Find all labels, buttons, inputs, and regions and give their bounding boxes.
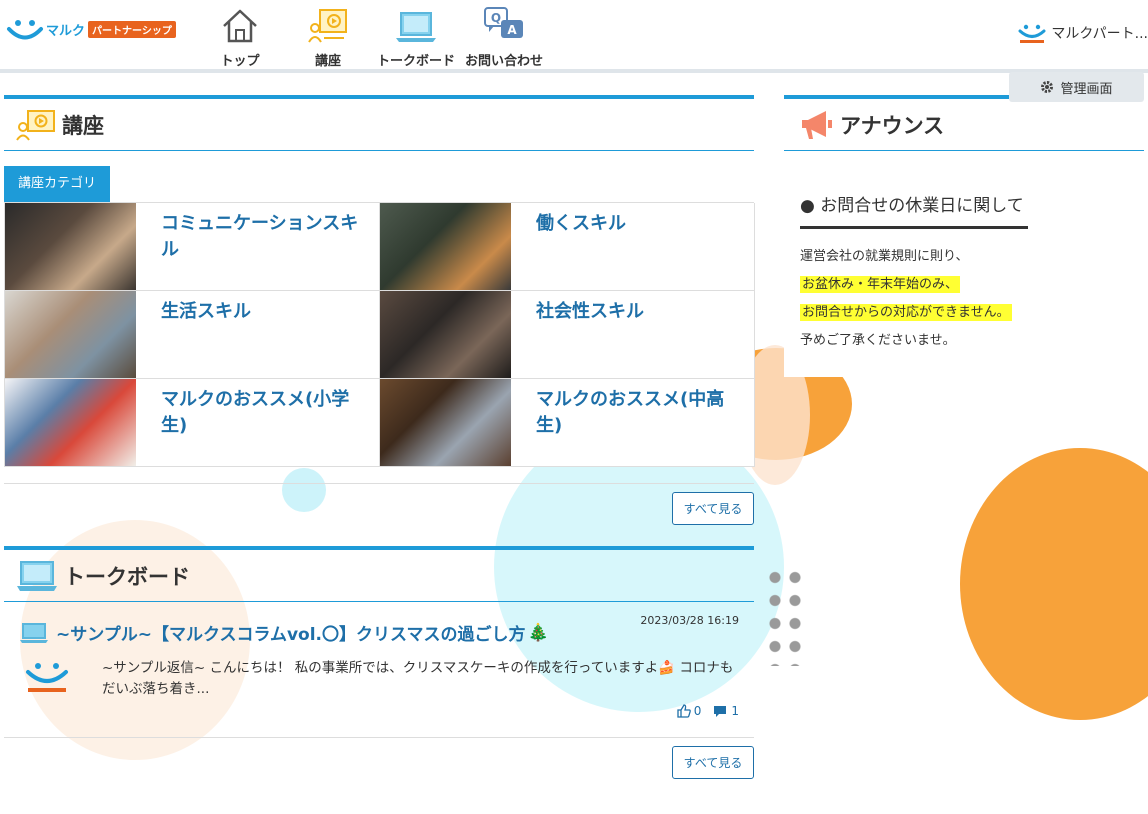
nav-label: トップ	[220, 54, 260, 69]
see-all-posts-button[interactable]: すべて見る	[672, 746, 754, 779]
category-grid: コミュニケーションスキル 働くスキル 生活スキル 社会性スキル マルクのおススメ…	[4, 202, 755, 467]
section-title: アナウンス	[840, 113, 945, 138]
svg-text:Q: Q	[491, 11, 501, 25]
megaphone-icon	[802, 110, 832, 139]
talkboard-header: トークボード	[4, 546, 754, 602]
gear-icon	[1041, 81, 1054, 93]
post-date: 2023/03/28 16:19	[640, 614, 739, 627]
laptop-icon	[396, 12, 436, 42]
poster-avatar-icon	[26, 663, 68, 692]
announce-header: アナウンス	[784, 95, 1144, 151]
talkboard-post[interactable]: 2023/03/28 16:19 ~サンプル~【マルクスコラムvol.〇】クリス…	[4, 602, 754, 738]
category-name: 働くスキル	[536, 213, 626, 234]
qa-icon: Q A	[484, 7, 523, 38]
admin-button[interactable]: 管理画面	[1009, 72, 1144, 102]
category-card-social[interactable]: 社会性スキル	[380, 291, 755, 379]
category-photo	[380, 379, 511, 466]
category-name: マルクのおススメ(小学生)	[161, 389, 350, 436]
user-name: マルクパート...	[1051, 26, 1148, 42]
svg-text:A: A	[507, 23, 517, 37]
user-avatar-icon	[1018, 24, 1046, 43]
announce-line: 運営会社の就業規則に則り、	[800, 249, 969, 264]
category-card-work[interactable]: 働くスキル	[380, 203, 755, 291]
app-header: マルク パートナーシップ トップ 講座 トークボード Q A お問い合わせ マル…	[0, 0, 1148, 73]
announce-section: アナウンス ● お問合せの休業日に関して 運営会社の就業規則に則り、 お盆休み・…	[784, 95, 1144, 377]
course-icon	[308, 9, 347, 43]
laptop-icon	[17, 560, 57, 591]
nav-item-courses[interactable]: 講座	[284, 4, 372, 69]
announce-line-highlight: お盆休み・年末年始のみ、	[800, 276, 961, 293]
laptop-icon	[20, 622, 48, 643]
category-name: コミュニケーションスキル	[161, 213, 359, 260]
category-card-life[interactable]: 生活スキル	[5, 291, 380, 379]
comment-icon	[714, 705, 727, 717]
announce-item-title[interactable]: ● お問合せの休業日に関して	[800, 191, 1028, 229]
category-photo	[5, 291, 136, 378]
marque-logo[interactable]: マルク パートナーシップ	[6, 16, 176, 42]
decor-circle-orange-large	[960, 448, 1148, 720]
see-all-courses-button[interactable]: すべて見る	[672, 492, 754, 525]
talkboard-section: トークボード 2023/03/28 16:19 ~サンプル~【マルクスコラムvo…	[4, 546, 754, 782]
course-icon	[16, 109, 55, 141]
courses-section: 講座 講座カテゴリ コミュニケーションスキル 働くスキル 生活スキル 社会性スキ…	[4, 95, 755, 527]
nav-item-top[interactable]: トップ	[196, 4, 284, 69]
category-photo	[380, 203, 511, 290]
nav-item-contact[interactable]: Q A お問い合わせ	[460, 4, 548, 69]
logo-text: マルク	[46, 23, 86, 39]
category-card-elementary[interactable]: マルクのおススメ(小学生)	[5, 379, 380, 467]
nav-label: お問い合わせ	[464, 54, 543, 69]
nav-label: 講座	[314, 54, 341, 69]
category-name: マルクのおススメ(中高生)	[536, 389, 725, 436]
category-label: 講座カテゴリ	[4, 166, 111, 202]
post-title-text: ~サンプル~【マルクスコラムvol.〇】クリスマスの過ごし方	[56, 625, 526, 645]
courses-header: 講座	[4, 95, 754, 151]
category-card-communication[interactable]: コミュニケーションスキル	[5, 203, 380, 291]
logo-badge: パートナーシップ	[88, 20, 176, 38]
comment-count-value: 1	[731, 704, 739, 718]
main-nav: トップ 講座 トークボード Q A お問い合わせ	[196, 4, 548, 69]
comment-count[interactable]: 1	[713, 704, 739, 718]
home-icon	[223, 9, 257, 43]
like-count-value: 0	[693, 704, 702, 718]
category-name: 生活スキル	[161, 301, 251, 322]
courses-footer: すべて見る	[4, 483, 754, 527]
announce-line-highlight: お問合せからの対応ができません。	[800, 304, 1012, 321]
user-menu[interactable]: マルクパート...	[1017, 22, 1148, 44]
thumbs-up-icon	[677, 704, 691, 718]
post-excerpt: ~サンプル返信~ こんにちは！ 私の事業所では、クリスマスケーキの作成を行ってい…	[102, 660, 734, 697]
category-name: 社会性スキル	[536, 301, 644, 322]
smile-face-logo-icon	[7, 20, 43, 40]
talkboard-footer: すべて見る	[4, 738, 754, 782]
announce-line: 予めご了承くださいませ。	[800, 333, 956, 348]
nav-item-talkboard[interactable]: トークボード	[372, 4, 460, 69]
category-card-junior-high[interactable]: マルクのおススメ(中高生)	[380, 379, 755, 467]
admin-label: 管理画面	[1060, 81, 1113, 97]
category-photo	[5, 203, 136, 290]
category-photo	[5, 379, 136, 466]
nav-label: トークボード	[376, 54, 455, 69]
tree-emoji-icon: 🎄	[527, 622, 549, 643]
post-stats: 0 1	[665, 704, 739, 718]
section-title: 講座	[62, 113, 104, 138]
section-title: トークボード	[64, 564, 190, 589]
post-title[interactable]: ~サンプル~【マルクスコラムvol.〇】クリスマスの過ごし方 🎄	[20, 620, 549, 645]
announce-body: ● お問合せの休業日に関して 運営会社の就業規則に則り、 お盆休み・年末年始のみ…	[784, 151, 1144, 377]
category-photo	[380, 291, 511, 378]
like-count[interactable]: 0	[677, 704, 702, 718]
decor-dots	[765, 566, 805, 666]
